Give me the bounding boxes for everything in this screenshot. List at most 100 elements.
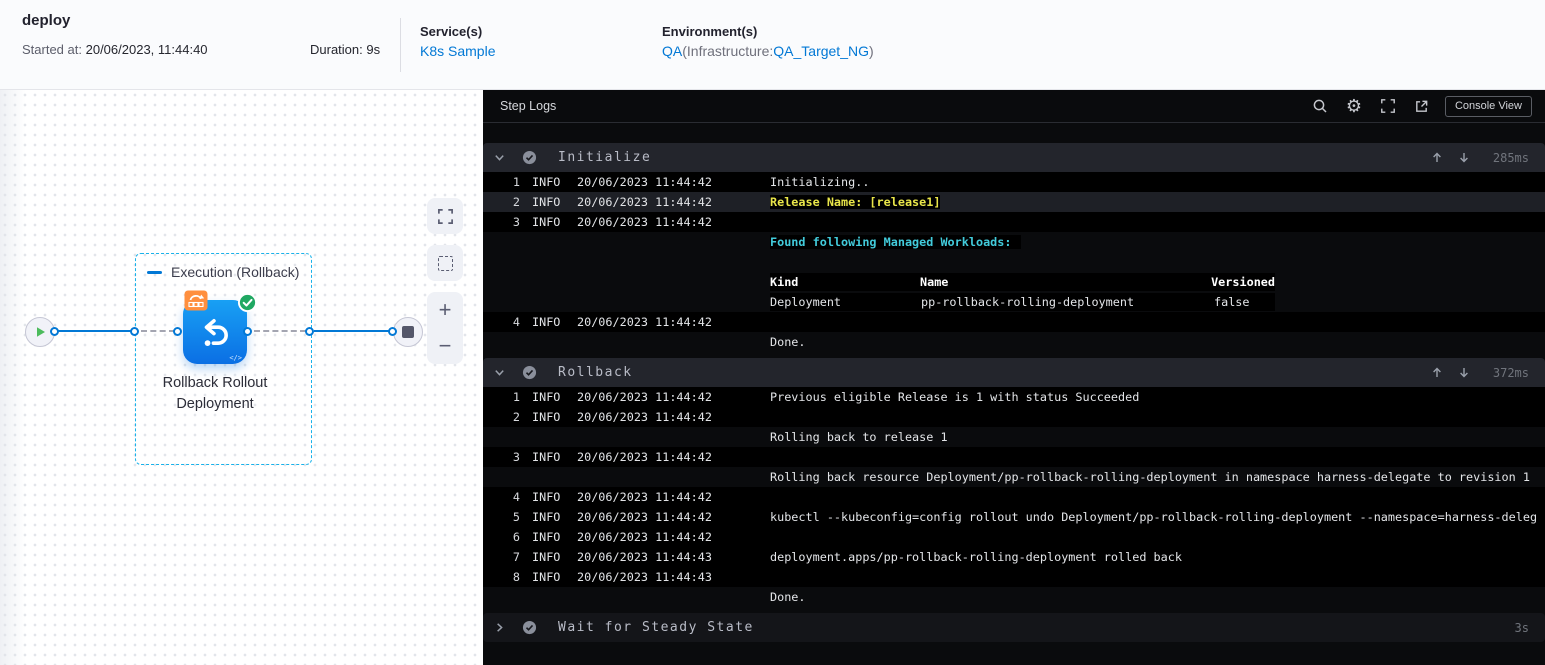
log-message-text: Release Name: [release1] — [770, 195, 941, 209]
console-header: Step Logs ⚙ Console View — [483, 90, 1545, 123]
scroll-to-bottom-icon[interactable] — [1458, 366, 1470, 379]
log-timestamp: 20/06/2023 11:44:42 — [577, 530, 712, 544]
services-label: Service(s) — [420, 24, 483, 39]
log-timestamp: 20/06/2023 11:44:42 — [577, 315, 712, 329]
gear-icon[interactable]: ⚙ — [1337, 94, 1371, 118]
scroll-to-top-icon[interactable] — [1431, 366, 1443, 379]
collapse-group-icon[interactable] — [147, 270, 162, 274]
log-table-row: Kind Name Versioned — [770, 273, 1275, 291]
log-level: INFO — [532, 195, 561, 209]
log-message-text: Rolling back to release 1 — [770, 430, 948, 444]
console-view-button[interactable]: Console View — [1444, 95, 1532, 117]
log-row: 2 INFO 20/06/2023 11:44:42 Release Name: [r… — [483, 192, 1545, 212]
log-message: deployment.apps/pp-rollback-rolling-depl… — [770, 550, 1545, 564]
log-level: INFO — [532, 490, 561, 504]
log-timestamp: 20/06/2023 11:44:42 — [577, 390, 712, 404]
environment-link[interactable]: QA — [662, 43, 682, 59]
edge-group-to-end — [314, 330, 390, 332]
log-line-number: 2 — [512, 410, 520, 424]
log-message-text: kubectl --kubeconfig=config rollout undo… — [770, 510, 1538, 524]
log-level: INFO — [532, 315, 561, 329]
log-line-number: 6 — [512, 530, 520, 544]
marquee-icon — [437, 255, 453, 271]
zoom-in-button[interactable]: + — [439, 299, 452, 321]
service-link[interactable]: K8s Sample — [420, 43, 495, 59]
log-line-number: 7 — [512, 550, 520, 564]
log-sections[interactable]: Initialize 285ms 1 INFO 20/06/2023 11:44:42 I… — [483, 124, 1545, 665]
pipeline-title: deploy — [22, 12, 71, 29]
rollback-undo-icon — [204, 319, 228, 347]
log-row: 1 INFO 20/06/2023 11:44:42 Previous eligibl… — [483, 387, 1545, 407]
log-row: 4 INFO 20/06/2023 11:44:42 — [483, 487, 1545, 507]
infrastructure-link[interactable]: QA_Target_NG — [773, 43, 869, 59]
log-row: 5 INFO 20/06/2023 11:44:42 kubectl --kubeco… — [483, 507, 1545, 527]
log-row: 2 INFO 20/06/2023 11:44:42 — [483, 407, 1545, 427]
open-in-new-icon[interactable] — [1405, 94, 1439, 118]
log-level: INFO — [532, 550, 561, 564]
chevron-right-icon[interactable] — [492, 621, 506, 634]
log-row: Deployment pp-rollback-rolling-deployment… — [483, 292, 1545, 312]
section-title: Rollback — [558, 365, 633, 380]
log-message: Done. — [770, 335, 1545, 349]
log-message: Done. — [770, 590, 1545, 604]
log-row: 6 INFO 20/06/2023 11:44:42 — [483, 527, 1545, 547]
pipeline-canvas[interactable]: Execution (Rollback) </> Rollback Rollou… — [0, 90, 483, 665]
log-row: Done. — [483, 587, 1545, 607]
started-at-label: Started at: — [22, 42, 82, 57]
log-timestamp: 20/06/2023 11:44:42 — [577, 450, 712, 464]
step-success-badge-icon — [237, 292, 258, 318]
log-level: INFO — [532, 450, 561, 464]
scroll-to-bottom-icon[interactable] — [1458, 151, 1470, 164]
log-timestamp: 20/06/2023 11:44:42 — [577, 175, 712, 189]
search-icon[interactable] — [1303, 94, 1337, 118]
scroll-to-top-icon[interactable] — [1431, 151, 1443, 164]
log-line-number: 2 — [512, 195, 520, 209]
log-line-number: 4 — [512, 315, 520, 329]
group-label-text: Execution (Rollback) — [171, 264, 300, 280]
step-logs-panel: Step Logs ⚙ Console View Initialize 285ms… — [483, 90, 1545, 665]
execution-group-label[interactable]: Execution (Rollback) — [147, 264, 299, 280]
log-timestamp: 20/06/2023 11:44:43 — [577, 550, 712, 564]
log-section-header[interactable]: Wait for Steady State 3s — [483, 613, 1545, 642]
log-section-header[interactable]: Rollback 372ms — [483, 358, 1545, 387]
log-message: Rolling back resource Deployment/pp-roll… — [770, 470, 1545, 484]
log-timestamp: 20/06/2023 11:44:42 — [577, 195, 712, 209]
log-row: Rolling back to release 1 — [483, 427, 1545, 447]
zoom-control[interactable]: + − — [427, 292, 463, 364]
log-timestamp: 20/06/2023 11:44:42 — [577, 215, 712, 229]
header-divider — [400, 18, 401, 72]
log-table-row: Deployment pp-rollback-rolling-deployment… — [770, 293, 1275, 311]
chevron-down-icon[interactable] — [492, 151, 506, 164]
log-level: INFO — [532, 175, 561, 189]
log-line-number: 1 — [512, 390, 520, 404]
log-section-header[interactable]: Initialize 285ms — [483, 143, 1545, 172]
expand-icon — [437, 208, 453, 224]
log-message-text: Rolling back resource Deployment/pp-roll… — [770, 470, 1530, 484]
fullscreen-icon[interactable] — [1371, 94, 1405, 118]
marquee-select-button[interactable] — [427, 245, 463, 281]
section-success-icon — [522, 620, 537, 635]
log-row: 3 INFO 20/06/2023 11:44:42 — [483, 212, 1545, 232]
log-message: Rolling back to release 1 — [770, 430, 1545, 444]
log-line-number: 4 — [512, 490, 520, 504]
chevron-down-icon[interactable] — [492, 366, 506, 379]
log-row: 1 INFO 20/06/2023 11:44:42 Initializing.. — [483, 172, 1545, 192]
section-success-icon — [522, 150, 537, 165]
console-title: Step Logs — [500, 99, 557, 113]
log-row: Kind Name Versioned — [483, 272, 1545, 292]
fit-to-screen-button[interactable] — [427, 198, 463, 234]
log-level: INFO — [532, 215, 561, 229]
zoom-out-button[interactable]: − — [439, 335, 452, 357]
log-line-number: 1 — [512, 175, 520, 189]
log-table-cell: Deployment — [770, 295, 842, 309]
log-table-cell: Kind — [770, 275, 799, 289]
connector-ring — [173, 327, 182, 336]
section-title: Wait for Steady State — [558, 620, 754, 635]
code-glyph: </> — [229, 354, 242, 362]
log-timestamp: 20/06/2023 11:44:42 — [577, 490, 712, 504]
log-row: Done. — [483, 332, 1545, 352]
connector-ring — [388, 327, 397, 336]
started-at: Started at: 20/06/2023, 11:44:40 — [22, 42, 208, 57]
edge-start-to-group — [55, 330, 133, 332]
app-root: deploy Started at: 20/06/2023, 11:44:40 … — [0, 0, 1545, 665]
